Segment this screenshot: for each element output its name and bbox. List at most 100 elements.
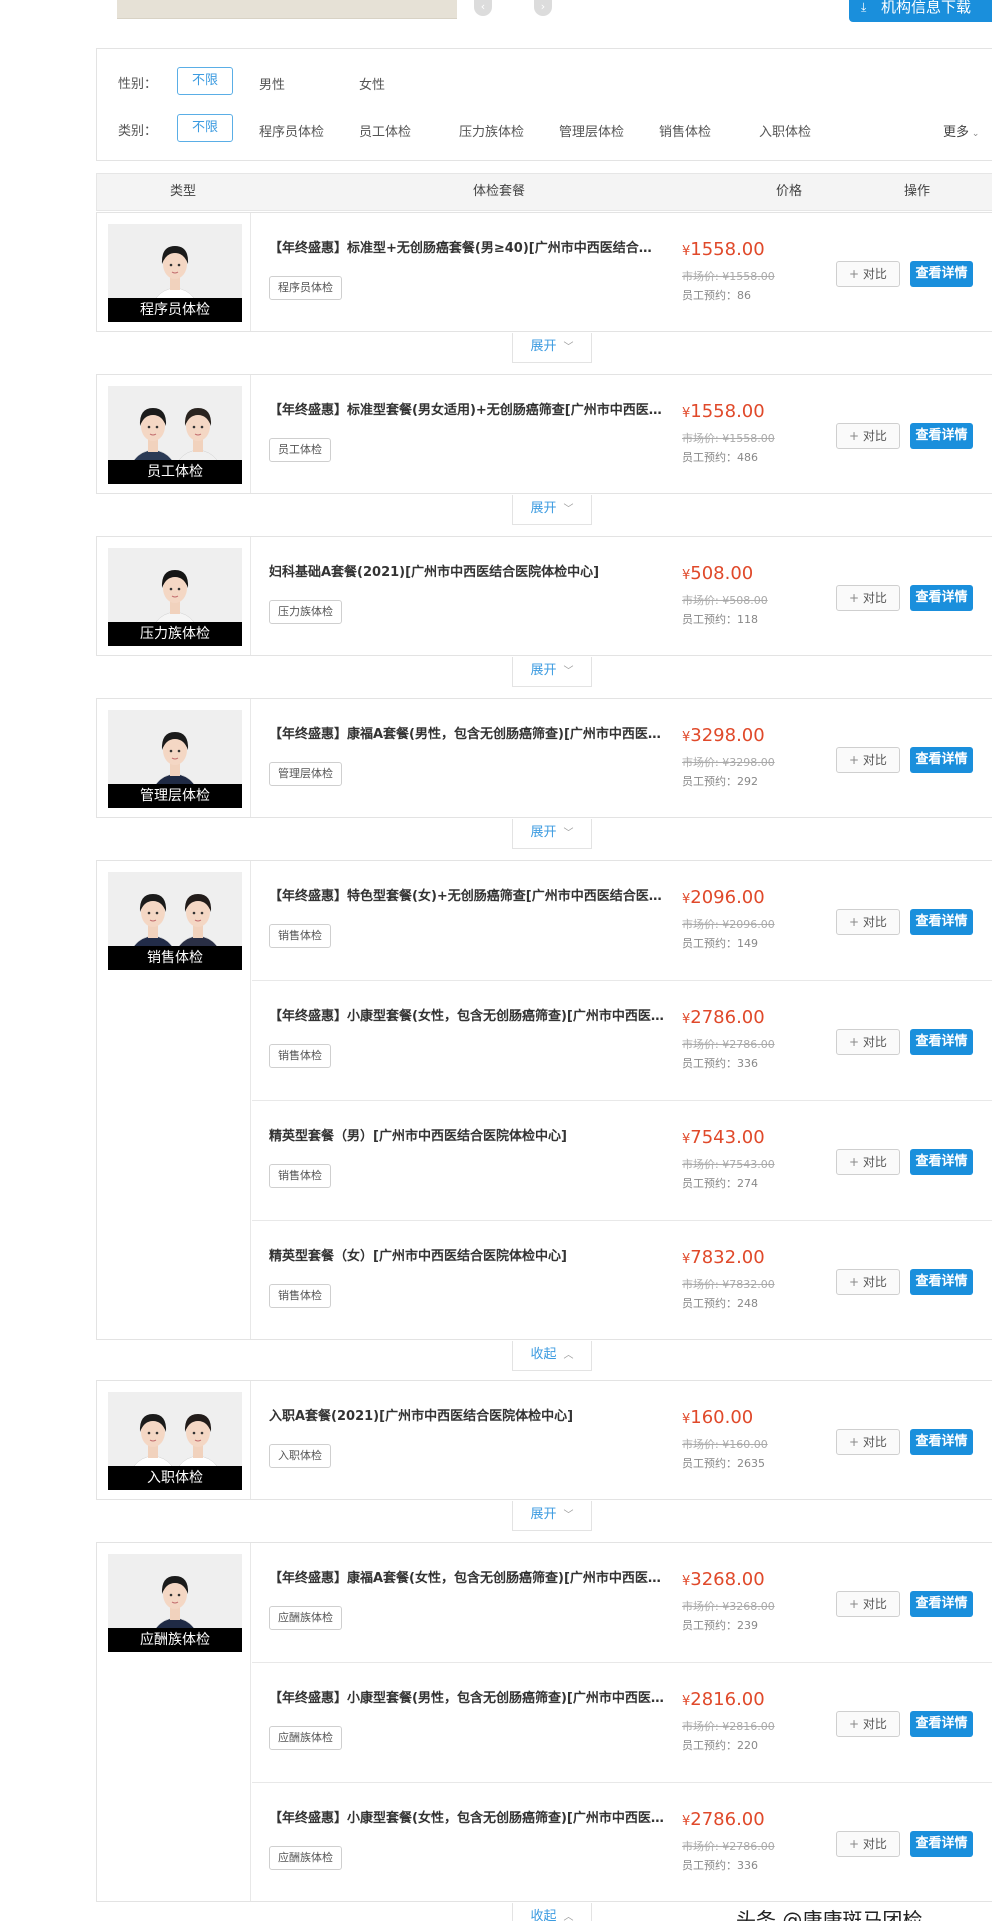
- package-price: ¥508.00: [682, 563, 753, 584]
- category-option-any[interactable]: 不限: [177, 114, 233, 142]
- compare-button[interactable]: + 对比: [836, 1591, 900, 1617]
- table-header: 类型 体检套餐 价格 操作: [96, 173, 992, 211]
- category-option-management[interactable]: 管理层体检: [559, 121, 624, 140]
- chevron-up-icon: ︿: [563, 1912, 574, 1921]
- category-option-programmer[interactable]: 程序员体检: [259, 121, 324, 140]
- price-value: 1558.00: [690, 239, 765, 260]
- package-price: ¥2786.00: [682, 1007, 765, 1028]
- package-price: ¥1558.00: [682, 239, 765, 260]
- compare-button[interactable]: + 对比: [836, 1269, 900, 1295]
- package-group: 程序员体检 【年终盛惠】标准型+无创肠癌套餐(男≥40)[广州市中西医结合医院体检…: [96, 212, 992, 332]
- type-cell: 入职体检: [97, 1381, 251, 1499]
- type-caption: 员工体检: [108, 460, 242, 484]
- compare-button[interactable]: + 对比: [836, 747, 900, 773]
- gender-option-female[interactable]: 女性: [359, 74, 385, 93]
- type-caption: 压力族体检: [108, 622, 242, 646]
- type-caption: 销售体检: [108, 946, 242, 970]
- table-row: 【年终盛惠】特色型套餐(女)+无创肠癌筛查[广州市中西医结合医院体检中心] 销售体…: [252, 861, 992, 981]
- price-value: 160.00: [690, 1407, 754, 1428]
- package-title[interactable]: 【年终盛惠】标准型+无创肠癌套餐(男≥40)[广州市中西医结合医院体检中心]: [269, 237, 664, 256]
- view-detail-button[interactable]: 查看详情: [910, 747, 973, 773]
- carousel-next-button[interactable]: ›: [534, 0, 552, 16]
- package-tag: 应酬族体检: [269, 1606, 342, 1630]
- package-title[interactable]: 【年终盛惠】小康型套餐(女性，包含无创肠癌筛查)[广州市中西医结合医院体检中心]: [269, 1807, 664, 1826]
- expand-toggle[interactable]: 展开 ﹀: [512, 1501, 592, 1531]
- view-detail-button[interactable]: 查看详情: [910, 1831, 973, 1857]
- compare-button[interactable]: + 对比: [836, 909, 900, 935]
- view-detail-button[interactable]: 查看详情: [910, 1029, 973, 1055]
- price-value: 2096.00: [690, 887, 765, 908]
- expand-toggle[interactable]: 展开 ﹀: [512, 657, 592, 687]
- compare-label: 对比: [862, 1435, 887, 1449]
- compare-label: 对比: [862, 1717, 887, 1731]
- compare-button[interactable]: + 对比: [836, 585, 900, 611]
- plus-icon: +: [849, 753, 863, 767]
- type-caption: 程序员体检: [108, 298, 242, 322]
- view-detail-button[interactable]: 查看详情: [910, 585, 973, 611]
- view-detail-button[interactable]: 查看详情: [910, 1711, 973, 1737]
- table-row: 【年终盛惠】小康型套餐(女性，包含无创肠癌筛查)[广州市中西医结合医院体检中心]…: [252, 981, 992, 1101]
- package-title[interactable]: 妇科基础A套餐(2021)[广州市中西医结合医院体检中心]: [269, 561, 664, 580]
- gender-option-any[interactable]: 不限: [177, 67, 233, 95]
- price-value: 7543.00: [690, 1127, 765, 1148]
- package-title[interactable]: 【年终盛惠】康福A套餐(女性，包含无创肠癌筛查)[广州市中西医结合医院体检中心]: [269, 1567, 664, 1586]
- table-row: 【年终盛惠】康福A套餐(男性，包含无创肠癌筛查)[广州市中西医结合医院体检中心]…: [252, 699, 992, 819]
- download-org-info-button[interactable]: ⤓ 机构信息下载: [849, 0, 992, 22]
- more-filters-link[interactable]: 更多 ⌄: [943, 121, 979, 140]
- package-price: ¥3268.00: [682, 1569, 765, 1590]
- view-detail-button[interactable]: 查看详情: [910, 1429, 973, 1455]
- type-photo: 员工体检: [108, 386, 242, 484]
- package-title[interactable]: 【年终盛惠】特色型套餐(女)+无创肠癌筛查[广州市中西医结合医院体检中心]: [269, 885, 664, 904]
- price-value: 3298.00: [690, 725, 765, 746]
- booking-count: 员工预约：149: [682, 937, 758, 950]
- plus-icon: +: [849, 1717, 863, 1731]
- view-detail-button[interactable]: 查看详情: [910, 261, 973, 287]
- compare-label: 对比: [862, 1035, 887, 1049]
- package-title[interactable]: 精英型套餐（男）[广州市中西医结合医院体检中心]: [269, 1125, 664, 1144]
- compare-button[interactable]: + 对比: [836, 1429, 900, 1455]
- compare-button[interactable]: + 对比: [836, 1029, 900, 1055]
- category-option-employee[interactable]: 员工体检: [359, 121, 411, 140]
- view-detail-button[interactable]: 查看详情: [910, 1269, 973, 1295]
- plus-icon: +: [849, 1597, 863, 1611]
- expand-toggle[interactable]: 展开 ﹀: [512, 333, 592, 363]
- package-title[interactable]: 入职A套餐(2021)[广州市中西医结合医院体检中心]: [269, 1405, 664, 1424]
- toggle-label: 展开: [530, 663, 557, 678]
- compare-button[interactable]: + 对比: [836, 1149, 900, 1175]
- toggle-label: 展开: [530, 339, 557, 354]
- collapse-toggle[interactable]: 收起 ︿: [512, 1341, 592, 1371]
- category-option-onboarding[interactable]: 入职体检: [759, 121, 811, 140]
- expand-toggle[interactable]: 展开 ﹀: [512, 819, 592, 849]
- type-cell: 管理层体检: [97, 699, 251, 817]
- package-price: ¥7832.00: [682, 1247, 765, 1268]
- compare-button[interactable]: + 对比: [836, 1711, 900, 1737]
- carousel-prev-button[interactable]: ‹: [474, 0, 492, 16]
- package-group: 入职体检 入职A套餐(2021)[广州市中西医结合医院体检中心] 入职体检 ¥160.…: [96, 1380, 992, 1500]
- view-detail-button[interactable]: 查看详情: [910, 423, 973, 449]
- package-title[interactable]: 【年终盛惠】康福A套餐(男性，包含无创肠癌筛查)[广州市中西医结合医院体检中心]: [269, 723, 664, 742]
- compare-button[interactable]: + 对比: [836, 423, 900, 449]
- toggle-label: 收起: [530, 1909, 557, 1921]
- collapse-toggle[interactable]: 收起 ︿: [512, 1903, 592, 1921]
- category-option-sales[interactable]: 销售体检: [659, 121, 711, 140]
- expand-toggle[interactable]: 展开 ﹀: [512, 495, 592, 525]
- booking-count: 员工预约：2635: [682, 1457, 765, 1470]
- compare-button[interactable]: + 对比: [836, 1831, 900, 1857]
- view-detail-button[interactable]: 查看详情: [910, 1591, 973, 1617]
- download-icon: ⤓: [861, 0, 867, 14]
- price-value: 7832.00: [690, 1247, 765, 1268]
- gender-option-male[interactable]: 男性: [259, 74, 285, 93]
- compare-button[interactable]: + 对比: [836, 261, 900, 287]
- market-price: 市场价: ¥2786.00: [682, 1840, 775, 1853]
- market-price: 市场价: ¥508.00: [682, 594, 768, 607]
- package-title[interactable]: 【年终盛惠】标准型套餐(男女适用)+无创肠癌筛查[广州市中西医结合医院体检中心]: [269, 399, 664, 418]
- package-title[interactable]: 精英型套餐（女）[广州市中西医结合医院体检中心]: [269, 1245, 664, 1264]
- booking-count: 员工预约：274: [682, 1177, 758, 1190]
- package-title[interactable]: 【年终盛惠】小康型套餐(女性，包含无创肠癌筛查)[广州市中西医结合医院体检中心]: [269, 1005, 664, 1024]
- view-detail-button[interactable]: 查看详情: [910, 1149, 973, 1175]
- category-option-pressure[interactable]: 压力族体检: [459, 121, 524, 140]
- package-title[interactable]: 【年终盛惠】小康型套餐(男性，包含无创肠癌筛查)[广州市中西医结合医院体检中心]: [269, 1687, 664, 1706]
- market-price: 市场价: ¥2786.00: [682, 1038, 775, 1051]
- view-detail-button[interactable]: 查看详情: [910, 909, 973, 935]
- compare-label: 对比: [862, 1275, 887, 1289]
